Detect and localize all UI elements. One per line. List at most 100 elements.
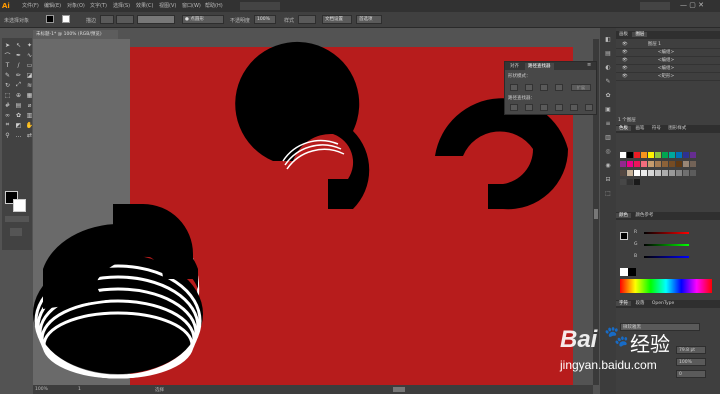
menu-object[interactable]: 对象(O) [67, 2, 85, 9]
color-swatch[interactable] [634, 170, 640, 176]
document-tab[interactable]: 未标题-1* @ 100% (RGB/预览) [33, 30, 118, 39]
color-swatch[interactable] [690, 152, 696, 158]
color-fill-box[interactable] [620, 232, 628, 240]
style-dropdown[interactable] [298, 15, 316, 24]
color-swatch[interactable] [620, 170, 626, 176]
color-swatch[interactable] [620, 161, 626, 167]
color-swatch[interactable] [655, 152, 661, 158]
color-swatch[interactable] [676, 170, 682, 176]
pencil-icon[interactable]: ✏ [14, 71, 23, 79]
blend-tool-icon[interactable]: ∞ [3, 111, 12, 119]
tab-opentype[interactable]: OpenType [649, 301, 677, 306]
color-mode-buttons[interactable] [5, 216, 29, 222]
intersect-icon[interactable] [540, 84, 548, 91]
libraries-icon[interactable]: ▤ [604, 50, 612, 58]
align-icon[interactable]: ⊟ [604, 176, 612, 184]
brushes-icon[interactable]: ✎ [604, 78, 612, 86]
color-swatch[interactable] [669, 152, 675, 158]
stroke-profile-dropdown[interactable] [116, 15, 134, 24]
gradient-tool-icon[interactable]: ▤ [14, 101, 23, 109]
artboard-tool-icon[interactable]: ⌗ [3, 121, 12, 129]
color-swatch[interactable] [669, 161, 675, 167]
color-swatch[interactable] [683, 170, 689, 176]
document-setup-button[interactable]: 文档设置 [322, 15, 352, 24]
blue-slider[interactable] [644, 256, 689, 258]
white-chip[interactable] [620, 268, 628, 276]
tab-color[interactable]: 颜色 [616, 213, 631, 218]
menu-edit[interactable]: 编辑(E) [44, 2, 61, 9]
layer-row[interactable]: 👁 <编组> [616, 65, 720, 73]
layer-row[interactable]: 👁 图层 1 [616, 41, 720, 49]
color-swatch[interactable] [662, 170, 668, 176]
minus-back-icon[interactable] [585, 104, 593, 111]
free-transform-icon[interactable]: ⬚ [3, 91, 12, 99]
black-chip[interactable] [628, 268, 636, 276]
exclude-icon[interactable] [555, 84, 563, 91]
selection-tool-icon[interactable]: ➤ [3, 41, 12, 49]
red-slider[interactable] [644, 232, 689, 234]
color-swatch[interactable] [620, 152, 626, 158]
tab-paragraph[interactable]: 段落 [632, 301, 647, 306]
tab-symbols[interactable]: 符号 [649, 126, 664, 131]
color-swatch[interactable] [627, 179, 633, 185]
tab-artboards[interactable]: 画板 [616, 32, 631, 37]
line-tool-icon[interactable]: / [14, 61, 23, 69]
preferences-button[interactable]: 首选项 [356, 15, 382, 24]
window-controls[interactable]: — ▢ ✕ [680, 1, 704, 9]
tab-pathfinder[interactable]: 路径查找器 [525, 63, 554, 70]
color-swatch[interactable] [648, 152, 654, 158]
graphic-styles-icon[interactable]: ▣ [604, 106, 612, 114]
color-swatch[interactable] [641, 152, 647, 158]
fill-swatch[interactable] [46, 15, 54, 23]
stroke-weight-field[interactable] [100, 15, 114, 24]
color-spectrum[interactable] [620, 279, 712, 293]
minus-front-icon[interactable] [525, 84, 533, 91]
panel-menu-icon[interactable]: ≡ [587, 62, 591, 68]
type-tool-icon[interactable]: T [3, 61, 12, 69]
color-swatch[interactable] [627, 152, 633, 158]
color-swatch[interactable] [620, 179, 626, 185]
rotate-tool-icon[interactable]: ↻ [3, 81, 12, 89]
opacity-field[interactable]: 100% [254, 15, 276, 24]
color-swatch[interactable] [690, 161, 696, 167]
lasso-icon[interactable]: ⌒ [3, 51, 12, 60]
shape-builder-icon[interactable]: ⊕ [14, 91, 23, 99]
color-swatch[interactable] [690, 170, 696, 176]
color-swatch[interactable] [634, 179, 640, 185]
horizontal-scroll-thumb[interactable] [393, 387, 405, 392]
color-swatch[interactable] [662, 161, 668, 167]
brush-dropdown[interactable] [137, 15, 175, 24]
transparency-icon[interactable]: ◎ [604, 148, 612, 156]
green-slider[interactable] [644, 244, 689, 246]
color-swatch[interactable] [641, 170, 647, 176]
transform-icon[interactable]: ⬚ [604, 190, 612, 198]
scale-tool-icon[interactable]: ⤢ [14, 81, 23, 89]
tab-brushes[interactable]: 画笔 [632, 126, 647, 131]
artboard-number[interactable]: 1 [78, 387, 81, 392]
color-swatch[interactable] [676, 152, 682, 158]
gradient-panel-icon[interactable]: ▥ [604, 134, 612, 142]
slice-tool-icon[interactable]: ◩ [14, 121, 23, 129]
symbol-sprayer-icon[interactable]: ✿ [14, 111, 23, 119]
stroke-swatch[interactable] [62, 15, 70, 23]
menu-effect[interactable]: 效果(C) [136, 2, 153, 9]
divide-icon[interactable] [510, 104, 518, 111]
color-swatch[interactable] [627, 170, 633, 176]
tab-graphic-styles[interactable]: 图形样式 [665, 126, 689, 131]
stroke-panel-icon[interactable]: ≡ [604, 120, 612, 128]
more-tools-icon[interactable]: … [14, 131, 23, 139]
symbols-icon[interactable]: ✿ [604, 92, 612, 100]
layer-row[interactable]: 👁 <编组> [616, 57, 720, 65]
color-guide-icon[interactable]: ◐ [604, 64, 612, 72]
color-swatch[interactable] [683, 152, 689, 158]
color-swatch[interactable] [676, 161, 682, 167]
expand-button[interactable]: 扩展 [571, 84, 591, 91]
vertical-scroll-thumb[interactable] [594, 209, 598, 219]
tab-character[interactable]: 字符 [616, 301, 631, 306]
color-swatch[interactable] [634, 161, 640, 167]
color-swatch[interactable] [648, 161, 654, 167]
menu-view[interactable]: 视图(V) [159, 2, 176, 9]
tab-layers[interactable]: 图层 [632, 32, 648, 37]
color-swatch[interactable] [648, 170, 654, 176]
tab-swatches[interactable]: 色板 [616, 126, 631, 131]
